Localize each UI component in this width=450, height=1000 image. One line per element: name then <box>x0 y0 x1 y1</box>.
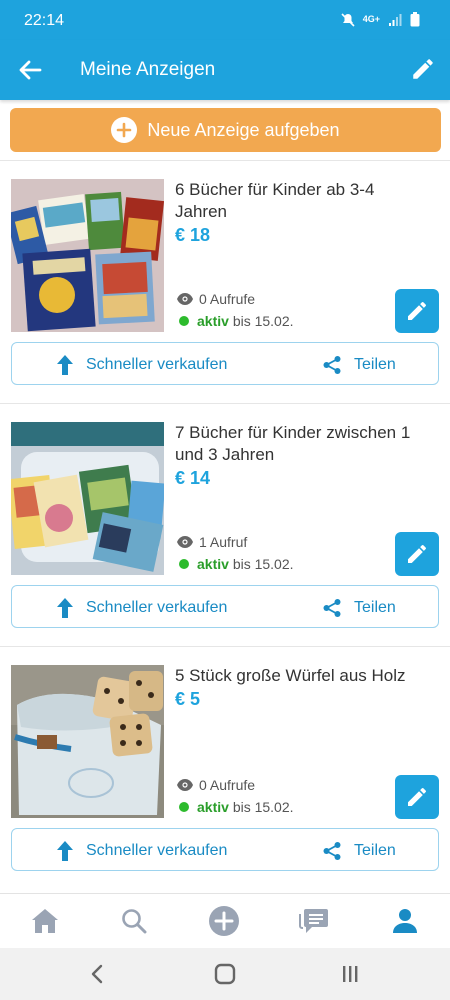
add-icon <box>209 906 239 936</box>
plus-circle-icon <box>111 117 138 143</box>
sell-faster-button[interactable]: Schneller verkaufen <box>56 586 227 629</box>
status-dot <box>179 316 189 326</box>
app-bar: Meine Anzeigen <box>0 40 450 100</box>
back-arrow-icon[interactable] <box>16 56 44 84</box>
messages-icon <box>299 909 328 933</box>
listing-image-books[interactable] <box>11 422 164 575</box>
network-label: 4G+ <box>362 14 380 24</box>
listing-actions: Schneller verkaufen Teilen <box>11 342 439 385</box>
sell-faster-button[interactable]: Schneller verkaufen <box>56 343 227 386</box>
edit-listing-button[interactable] <box>395 532 439 576</box>
listing-price: € 18 <box>175 225 211 245</box>
share-label: Teilen <box>354 355 396 373</box>
listing-image-books[interactable] <box>11 179 164 332</box>
system-back-icon[interactable] <box>86 962 110 986</box>
status-until: bis 15.02. <box>232 556 294 572</box>
nav-profile[interactable] <box>390 906 420 936</box>
status-until: bis 15.02. <box>232 313 294 329</box>
new-ad-label: Neue Anzeige aufgeben <box>147 119 340 140</box>
nav-add[interactable] <box>209 906 239 936</box>
status-dot <box>179 559 189 569</box>
listing-price: € 14 <box>175 468 211 488</box>
status-row: aktiv bis 15.02. <box>179 313 294 329</box>
listing-title: 7 Bücher für Kinder zwischen 1 und 3 Jah… <box>175 423 411 464</box>
share-icon <box>323 841 341 860</box>
share-button[interactable]: Teilen <box>322 343 396 386</box>
views-row: 0 Aufrufe <box>177 777 255 793</box>
edit-pencil-icon <box>408 301 427 320</box>
arrow-up-icon <box>57 597 73 618</box>
system-home-icon[interactable] <box>213 962 237 986</box>
share-icon <box>323 355 341 374</box>
listing-actions: Schneller verkaufen Teilen <box>11 585 439 628</box>
status-active: aktiv <box>197 556 229 572</box>
listing-image-dice[interactable] <box>11 665 164 818</box>
battery-icon <box>410 12 420 27</box>
search-icon <box>122 909 147 934</box>
profile-icon <box>393 909 417 933</box>
views-count: 1 Aufruf <box>199 534 248 550</box>
edit-pencil-icon[interactable] <box>410 56 436 82</box>
status-bar: 22:14 4G+ <box>0 0 450 40</box>
status-active: aktiv <box>197 799 229 815</box>
system-recents-icon[interactable] <box>338 962 362 986</box>
system-nav-bar <box>0 948 450 1000</box>
views-count: 0 Aufrufe <box>199 291 256 307</box>
status-row: aktiv bis 15.02. <box>179 556 294 572</box>
signal-icon <box>389 13 402 26</box>
nav-home[interactable] <box>30 906 60 936</box>
listing-item[interactable]: 5 Stück große Würfel aus Holz € 5 0 Aufr… <box>0 647 450 890</box>
edit-pencil-icon <box>408 544 427 563</box>
home-icon <box>32 909 58 933</box>
eye-icon <box>177 536 193 548</box>
status-row: aktiv bis 15.02. <box>179 799 294 815</box>
share-button[interactable]: Teilen <box>322 829 396 872</box>
edit-listing-button[interactable] <box>395 289 439 333</box>
new-ad-button[interactable]: Neue Anzeige aufgeben <box>10 108 441 152</box>
arrow-up-icon <box>57 354 73 375</box>
views-row: 0 Aufrufe <box>177 291 255 307</box>
edit-listing-button[interactable] <box>395 775 439 819</box>
page-title: Meine Anzeigen <box>80 59 216 80</box>
share-icon <box>323 598 341 617</box>
eye-icon <box>177 293 193 305</box>
listing-actions: Schneller verkaufen Teilen <box>11 828 439 871</box>
sell-faster-label: Schneller verkaufen <box>86 841 228 859</box>
sell-faster-button[interactable]: Schneller verkaufen <box>56 829 227 872</box>
status-icons: 4G+ <box>341 12 420 27</box>
sell-faster-label: Schneller verkaufen <box>86 598 228 616</box>
edit-pencil-icon <box>408 787 427 806</box>
status-time: 22:14 <box>24 12 65 29</box>
arrow-up-icon <box>57 840 73 861</box>
mute-icon <box>341 12 355 27</box>
listing-item[interactable]: 6 Bücher für Kinder ab 3-4 Jahren € 18 0… <box>0 161 450 404</box>
eye-icon <box>177 779 193 791</box>
listing-title: 6 Bücher für Kinder ab 3-4 Jahren <box>175 180 375 221</box>
views-row: 1 Aufruf <box>177 534 247 550</box>
listing-item[interactable]: 7 Bücher für Kinder zwischen 1 und 3 Jah… <box>0 404 450 647</box>
status-dot <box>179 802 189 812</box>
nav-search[interactable] <box>119 906 149 936</box>
listing-title: 5 Stück große Würfel aus Holz <box>175 666 406 685</box>
share-label: Teilen <box>354 841 396 859</box>
status-until: bis 15.02. <box>232 799 294 815</box>
bottom-nav <box>0 893 450 948</box>
share-label: Teilen <box>354 598 396 616</box>
status-active: aktiv <box>197 313 229 329</box>
listing-price: € 5 <box>175 689 201 709</box>
nav-messages[interactable] <box>299 906 329 936</box>
views-count: 0 Aufrufe <box>199 777 256 793</box>
share-button[interactable]: Teilen <box>322 586 396 629</box>
sell-faster-label: Schneller verkaufen <box>86 355 228 373</box>
